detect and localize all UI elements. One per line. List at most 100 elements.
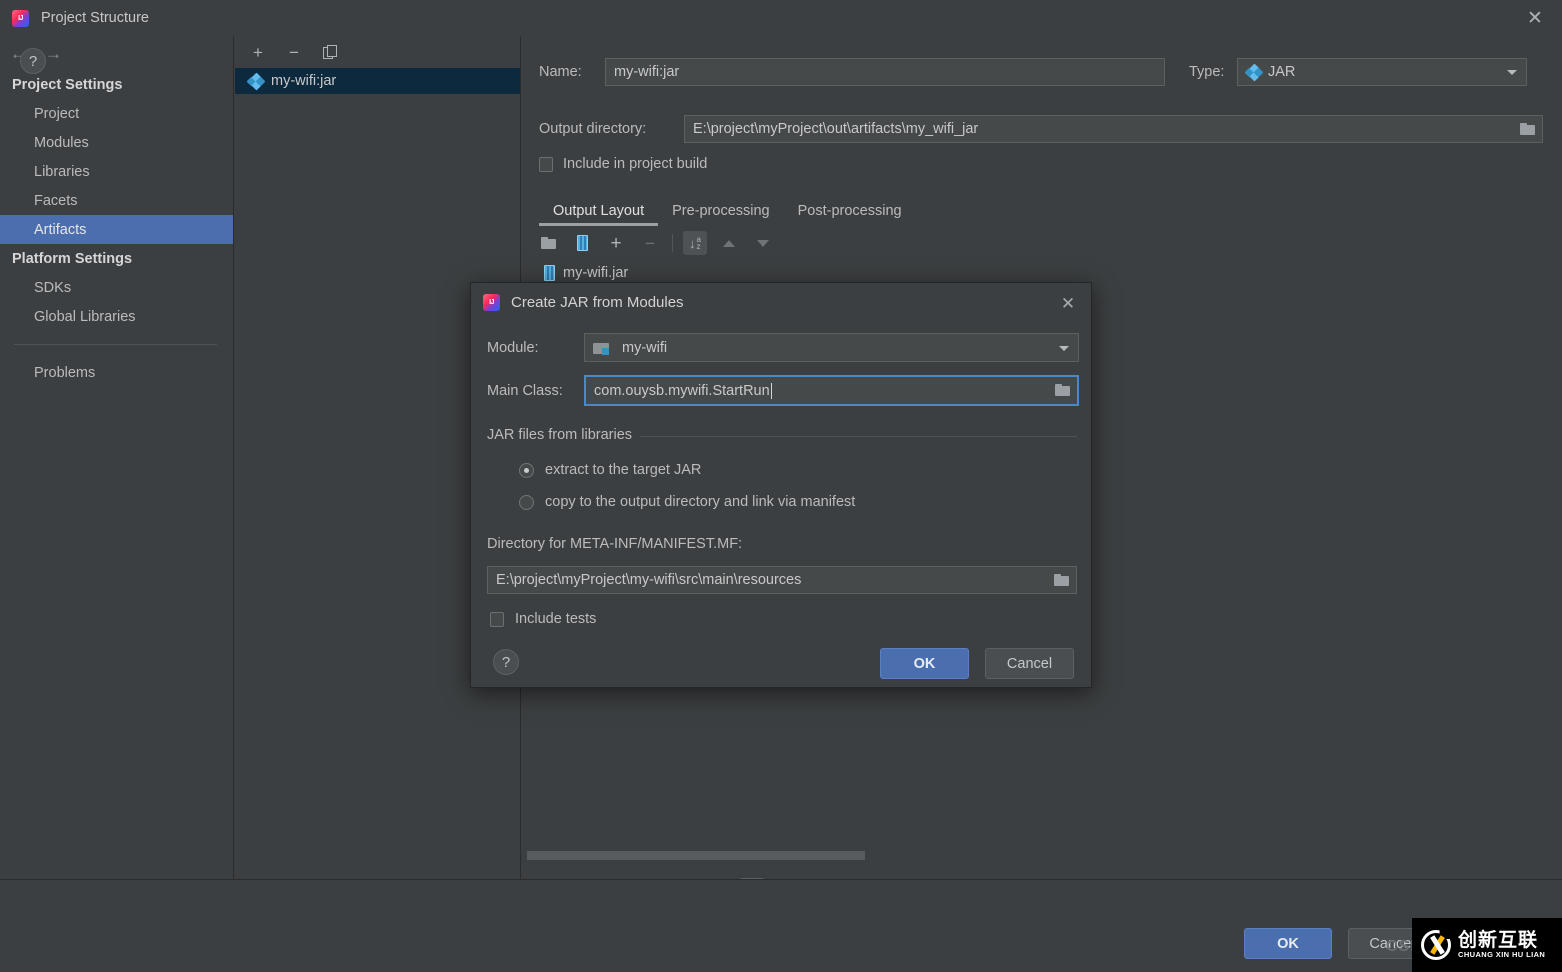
artifact-tabs: Output Layout Pre-processing Post-proces… <box>539 194 1543 226</box>
sidebar-item-libraries[interactable]: Libraries <box>0 157 233 186</box>
close-icon[interactable]: ✕ <box>1522 6 1548 30</box>
manifest-directory-value: E:\project\myProject\my-wifi\src\main\re… <box>496 572 801 588</box>
module-row: Module: my-wifi <box>487 333 1079 362</box>
output-directory-value: E:\project\myProject\out\artifacts\my_wi… <box>693 121 978 137</box>
sidebar-divider <box>14 344 217 345</box>
watermark-pinyin-text: CHUANG XIN HU LIAN <box>1458 950 1545 959</box>
sidebar-group-project-settings: Project Settings <box>0 70 233 99</box>
jar-icon <box>577 235 588 251</box>
window-title: Project Structure <box>41 10 149 26</box>
radio-extract-label: extract to the target JAR <box>545 462 701 478</box>
remove-artifact-button[interactable]: − <box>283 41 305 63</box>
sidebar-item-facets[interactable]: Facets <box>0 186 233 215</box>
modal-cancel-button[interactable]: Cancel <box>985 648 1074 679</box>
watermark-logo-icon <box>1421 930 1451 960</box>
text-caret <box>771 383 772 399</box>
radio-extract-to-target-jar[interactable]: extract to the target JAR <box>519 462 701 478</box>
radio-icon-selected[interactable] <box>519 463 534 478</box>
sidebar-group-platform-settings: Platform Settings <box>0 244 233 273</box>
manifest-directory-input[interactable]: E:\project\myProject\my-wifi\src\main\re… <box>487 566 1077 594</box>
folder-plus-icon <box>541 237 556 249</box>
intellij-idea-logo-icon <box>12 10 29 27</box>
radio-icon[interactable] <box>519 495 534 510</box>
triangle-up-icon <box>723 240 735 247</box>
triangle-down-icon <box>757 240 769 247</box>
artifact-name-input[interactable] <box>605 58 1165 86</box>
output-directory-row: Output directory: E:\project\myProject\o… <box>539 115 1543 143</box>
sidebar-item-modules[interactable]: Modules <box>0 128 233 157</box>
include-in-project-build-checkbox[interactable] <box>539 157 553 172</box>
main-class-value: com.ouysb.mywifi.StartRun <box>594 383 770 399</box>
create-directory-button[interactable] <box>536 231 560 255</box>
output-layout-toolbar: + − ↓az <box>536 228 1026 258</box>
forward-arrow-icon[interactable]: → <box>45 45 62 62</box>
sort-by-name-button[interactable]: ↓az <box>683 231 707 255</box>
include-in-project-build-row[interactable]: Include in project build <box>539 156 707 172</box>
radio-copy-label: copy to the output directory and link vi… <box>545 494 855 510</box>
jar-files-group-title: JAR files from libraries <box>487 427 640 443</box>
artifact-type-select[interactable]: JAR <box>1237 58 1527 86</box>
copy-icon <box>323 45 337 59</box>
tab-post-processing[interactable]: Post-processing <box>784 203 916 226</box>
sort-az-icon: ↓az <box>689 236 701 250</box>
main-class-row: Main Class: com.ouysb.mywifi.StartRun <box>487 375 1079 406</box>
remove-element-button[interactable]: − <box>638 231 662 255</box>
artifact-list-item[interactable]: my-wifi:jar <box>235 68 520 94</box>
modal-close-icon[interactable]: ✕ <box>1057 292 1079 314</box>
browse-folder-icon[interactable] <box>1520 123 1535 135</box>
help-button[interactable]: ? <box>20 48 46 74</box>
include-tests-label: Include tests <box>515 611 596 627</box>
output-directory-label: Output directory: <box>539 121 684 137</box>
project-structure-window: Project Structure ✕ ← → Project Settings… <box>0 0 1562 972</box>
modal-title: Create JAR from Modules <box>511 294 684 311</box>
settings-sidebar: ← → Project Settings Project Modules Lib… <box>0 36 234 915</box>
intellij-idea-logo-icon <box>483 294 500 311</box>
window-titlebar: Project Structure ✕ <box>0 0 1562 36</box>
artifact-list-item-label: my-wifi:jar <box>271 73 336 89</box>
include-tests-row[interactable]: Include tests <box>490 611 596 627</box>
manifest-directory-label: Directory for META-INF/MANIFEST.MF: <box>487 536 742 552</box>
radio-copy-to-output-directory[interactable]: copy to the output directory and link vi… <box>519 494 855 510</box>
copy-artifact-button[interactable] <box>319 41 341 63</box>
artifact-name-row: Name: Type: JAR <box>539 58 1543 86</box>
jar-type-icon <box>1246 65 1261 80</box>
watermark-badge: 创新互联 CHUANG XIN HU LIAN <box>1412 918 1562 972</box>
sidebar-item-artifacts[interactable]: Artifacts <box>0 215 233 244</box>
tab-pre-processing[interactable]: Pre-processing <box>658 203 784 226</box>
main-class-input[interactable]: com.ouysb.mywifi.StartRun <box>584 375 1079 406</box>
create-archive-button[interactable] <box>570 231 594 255</box>
modal-ok-button[interactable]: OK <box>880 648 969 679</box>
sidebar-item-problems[interactable]: Problems <box>0 358 233 387</box>
watermark-chinese-text: 创新互联 <box>1458 931 1545 951</box>
plus-dropdown-icon: + <box>610 234 621 253</box>
modal-titlebar: Create JAR from Modules <box>471 283 1091 321</box>
toolbar-divider <box>672 234 673 252</box>
jar-icon <box>544 265 555 281</box>
create-jar-from-modules-dialog: Create JAR from Modules ✕ Module: my-wif… <box>470 282 1092 688</box>
include-in-project-build-label: Include in project build <box>563 156 707 172</box>
add-copy-of-button[interactable]: + <box>604 231 628 255</box>
jar-artifact-icon <box>248 74 263 89</box>
horizontal-scrollbar[interactable] <box>527 851 865 860</box>
browse-folder-icon[interactable] <box>1054 574 1069 586</box>
ok-button[interactable]: OK <box>1244 928 1332 959</box>
sidebar-item-sdks[interactable]: SDKs <box>0 273 233 302</box>
tab-output-layout[interactable]: Output Layout <box>539 203 658 226</box>
output-tree-item-label: my-wifi.jar <box>563 265 628 281</box>
type-label: Type: <box>1189 64 1237 80</box>
output-directory-input[interactable]: E:\project\myProject\out\artifacts\my_wi… <box>684 115 1543 143</box>
module-value: my-wifi <box>622 340 667 356</box>
sidebar-item-project[interactable]: Project <box>0 99 233 128</box>
sidebar-item-global-libraries[interactable]: Global Libraries <box>0 302 233 331</box>
chevron-down-icon <box>1059 346 1069 351</box>
browse-class-icon[interactable] <box>1055 384 1070 396</box>
chevron-down-icon <box>1507 70 1517 75</box>
add-artifact-button[interactable]: + <box>247 41 269 63</box>
move-down-button[interactable] <box>751 231 775 255</box>
include-tests-checkbox[interactable] <box>490 612 504 627</box>
modal-help-button[interactable]: ? <box>493 649 519 675</box>
name-label: Name: <box>539 64 605 80</box>
move-up-button[interactable] <box>717 231 741 255</box>
artifact-type-value: JAR <box>1268 64 1295 80</box>
module-select[interactable]: my-wifi <box>584 333 1079 362</box>
